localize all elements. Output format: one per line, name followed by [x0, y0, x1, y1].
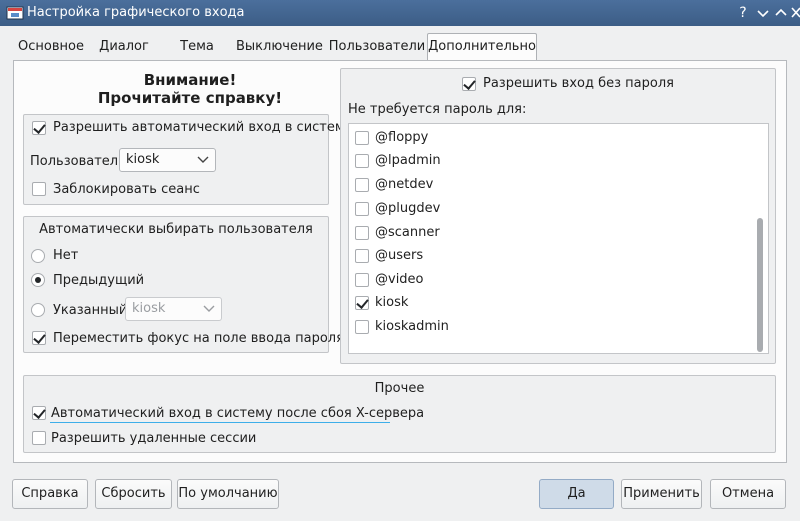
- tab-bar: Основное Диалог Тема Выключение Пользова…: [12, 33, 788, 61]
- lock-session-label: Заблокировать сеанс: [53, 182, 200, 197]
- preselect-none-radio[interactable]: [31, 249, 45, 263]
- preselect-user-value: kiosk: [132, 301, 166, 316]
- autologin-user-select[interactable]: kiosk: [119, 148, 216, 172]
- remote-sessions-label: Разрешить удаленные сессии: [51, 431, 257, 446]
- list-item-checkbox-scanner[interactable]: [355, 226, 369, 240]
- preselect-previous-radio[interactable]: [31, 273, 45, 287]
- window-title: Настройка графического входа: [27, 5, 245, 20]
- warning-line2: Прочитайте справку!: [97, 89, 283, 107]
- crash-autologin-label: Автоматический вход в систему после сбоя…: [51, 406, 425, 421]
- defaults-button[interactable]: По умолчанию: [177, 479, 279, 509]
- nopass-user-list[interactable]: @floppy @lpadmin @netdev @plugdev @scann…: [348, 123, 769, 354]
- list-item: @video: [375, 272, 424, 287]
- cancel-button[interactable]: Отмена: [710, 479, 786, 509]
- autologin-checkbox[interactable]: [32, 121, 46, 135]
- lock-session-checkbox[interactable]: [32, 182, 46, 196]
- list-scrollbar[interactable]: [752, 124, 768, 353]
- list-item: @lpadmin: [375, 153, 441, 168]
- reset-button[interactable]: Сбросить: [95, 479, 172, 509]
- tab-advanced[interactable]: Дополнительно: [427, 33, 537, 61]
- list-scrollbar-thumb[interactable]: [757, 218, 763, 352]
- tab-users[interactable]: Пользователи: [328, 34, 426, 60]
- autologin-user-value: kiosk: [126, 152, 160, 167]
- list-item-checkbox-lpadmin[interactable]: [355, 154, 369, 168]
- misc-title: Прочее: [374, 381, 425, 396]
- apply-button[interactable]: Применить: [621, 479, 702, 509]
- preselect-specified-label: Указанный:: [53, 303, 132, 318]
- chevron-down-icon: [203, 305, 215, 312]
- list-item: @scanner: [375, 225, 440, 240]
- help-icon[interactable]: ?: [734, 4, 752, 22]
- app-icon: [6, 6, 24, 20]
- preselect-user-select[interactable]: kiosk: [125, 297, 222, 321]
- list-item: @users: [375, 248, 424, 263]
- list-item-checkbox-kiosk[interactable]: [355, 296, 369, 310]
- focus-password-checkbox[interactable]: [32, 331, 46, 345]
- nopass-checkbox[interactable]: [462, 77, 476, 91]
- tab-theme[interactable]: Тема: [164, 34, 230, 60]
- list-item-checkbox-netdev[interactable]: [355, 178, 369, 192]
- crash-autologin-checkbox[interactable]: [32, 406, 46, 420]
- preselect-previous-label: Предыдущий: [53, 273, 145, 288]
- chevron-down-icon: [197, 156, 209, 163]
- list-item: @plugdev: [375, 201, 441, 216]
- list-item: @floppy: [375, 130, 429, 145]
- list-item-checkbox-users[interactable]: [355, 249, 369, 263]
- tab-shutdown[interactable]: Выключение: [236, 34, 323, 60]
- remote-sessions-checkbox[interactable]: [32, 431, 46, 445]
- preselect-specified-radio[interactable]: [31, 303, 45, 317]
- tab-dialog[interactable]: Диалог: [90, 34, 158, 60]
- list-item-checkbox-floppy[interactable]: [355, 131, 369, 145]
- help-button[interactable]: Справка: [12, 479, 88, 509]
- warning-line1: Внимание!: [143, 71, 237, 89]
- autologin-label: Разрешить автоматический вход в систему: [53, 120, 353, 135]
- focus-password-label: Переместить фокус на поле ввода пароля: [53, 331, 344, 346]
- list-item: kiosk: [375, 295, 409, 310]
- nopass-list-title: Не требуется пароль для:: [348, 102, 527, 117]
- focus-indicator: [50, 422, 390, 423]
- list-item-checkbox-video[interactable]: [355, 273, 369, 287]
- maximize-icon[interactable]: [772, 4, 790, 22]
- window-titlebar[interactable]: Настройка графического входа ?: [0, 0, 800, 26]
- list-item-checkbox-plugdev[interactable]: [355, 202, 369, 216]
- list-item-checkbox-kioskadmin[interactable]: [355, 320, 369, 334]
- ok-button[interactable]: Да: [539, 479, 614, 509]
- close-icon[interactable]: [789, 4, 800, 22]
- user-label: Пользователь:: [30, 154, 131, 169]
- nopass-label: Разрешить вход без пароля: [483, 76, 674, 91]
- list-item: @netdev: [375, 177, 434, 192]
- preselect-title: Автоматически выбирать пользователя: [39, 222, 313, 237]
- minimize-icon[interactable]: [754, 4, 772, 22]
- preselect-none-label: Нет: [53, 248, 79, 263]
- tab-basic[interactable]: Основное: [12, 34, 90, 60]
- list-item: kioskadmin: [375, 319, 449, 334]
